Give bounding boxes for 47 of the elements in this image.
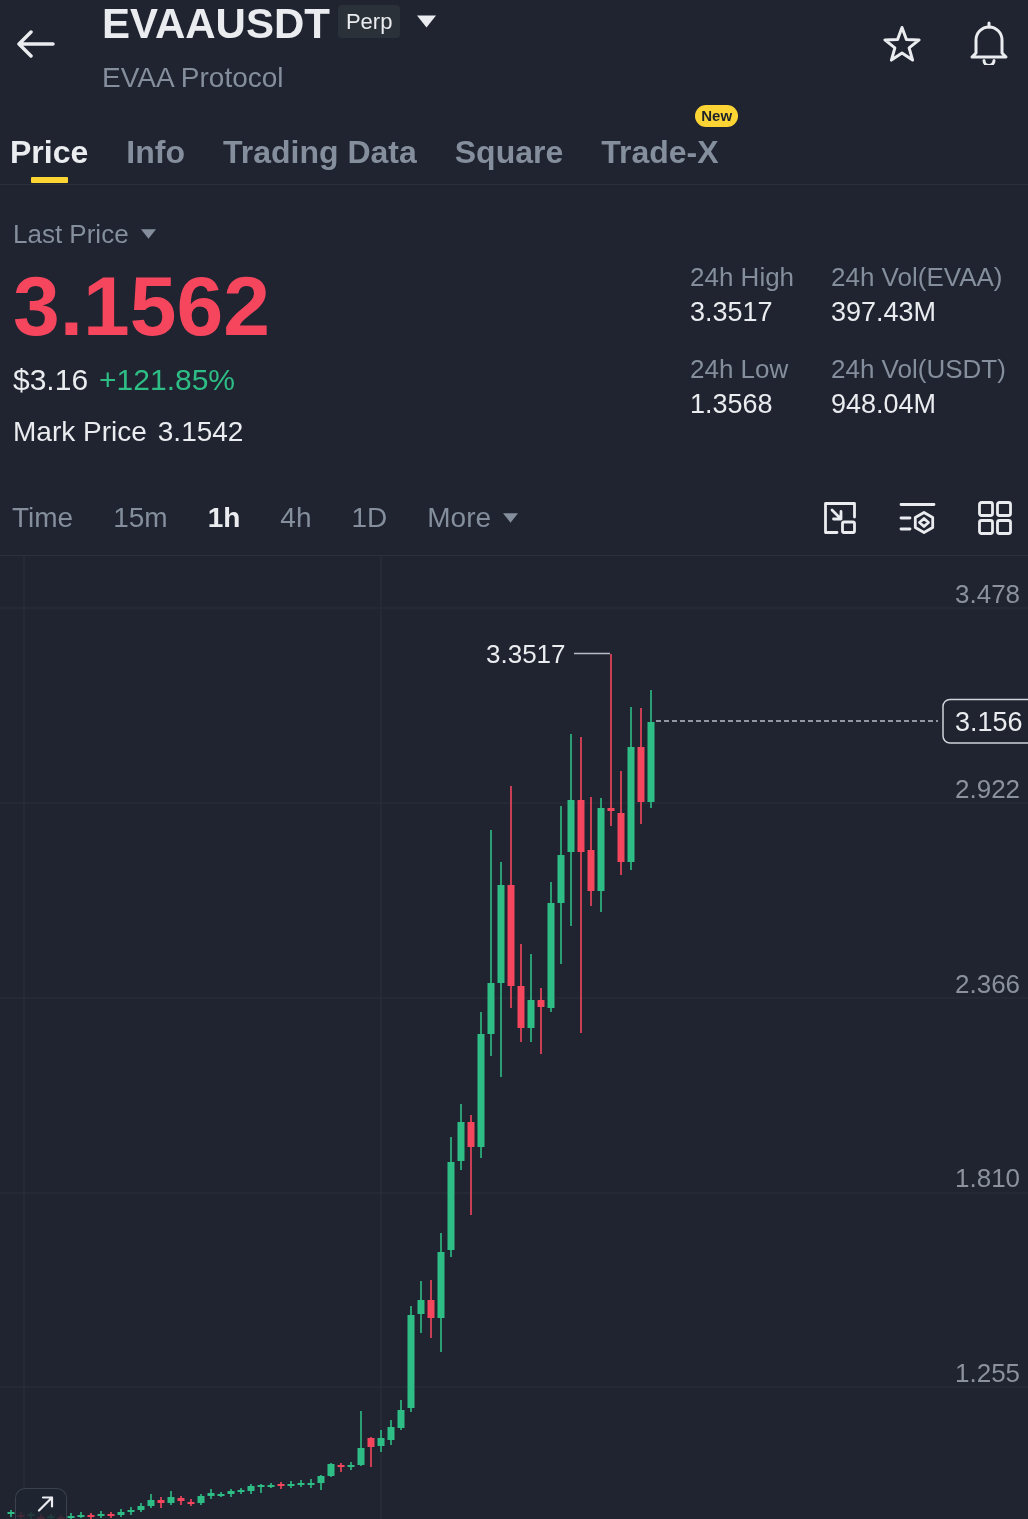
lines-hexagon-icon[interactable] [899,500,936,535]
project-name: EVAA Protocol [102,62,285,94]
tab[interactable]: Price [10,100,89,184]
stat-value: 397.43M [831,297,938,327]
high-price-label: 3.3517 [486,639,566,669]
contract-type-tag: Perp [337,5,401,38]
price-change-percent: +121.85% [99,363,236,397]
interval-tab[interactable]: 1h [207,500,241,535]
tab[interactable]: Info [126,100,185,184]
current-price-tag: 3.156 [942,698,1028,744]
tab[interactable]: Square [454,100,564,184]
mark-price-value: 3.1542 [157,416,244,448]
axis-label: 3.478 [955,579,1021,609]
stat-label: 24h High [690,262,796,292]
back-arrow-icon[interactable] [15,30,55,58]
stat-value: 3.3517 [690,297,774,327]
new-badge: New [695,105,739,127]
tab[interactable]: Trading Data [222,100,417,184]
more-dropdown[interactable]: More [427,500,519,535]
leader-line [573,652,611,655]
grid-icon[interactable] [978,500,1012,535]
pair-title: EVAAUSDT [102,0,330,48]
stat-label: 24h Vol(EVAA) [831,262,1004,292]
price-type-dropdown[interactable]: Last Price [13,219,156,249]
last-price: 3.1562 [13,264,270,348]
caret-down-icon[interactable] [417,15,437,28]
axis-label: 2.922 [955,773,1021,804]
interval-tab[interactable]: 1D [351,500,388,535]
stat-value: 1.3568 [690,389,774,419]
window-arrow-icon[interactable] [823,500,857,535]
axis-label: 1.255 [955,1358,1021,1388]
interval-tab[interactable]: 15m [113,500,168,535]
star-icon[interactable] [882,25,922,63]
diagonal-arrow-icon [36,1496,54,1512]
mark-price-label: Mark Price [13,416,147,448]
axis-label: 2.366 [955,968,1021,999]
axis-label: 1.810 [955,1163,1021,1194]
interval-tab[interactable]: Time [12,500,74,535]
bell-icon[interactable] [968,20,1010,65]
chart-fit-button[interactable] [15,1488,67,1519]
stat-label: 24h Vol(USDT) [831,354,1007,384]
usd-price: $3.16 [13,363,89,397]
caret-down-icon [503,512,519,523]
interval-tab[interactable]: 4h [280,500,312,535]
stat-label: 24h Low [690,354,790,384]
stat-value: 948.04M [831,389,938,419]
caret-down-icon [140,229,156,239]
